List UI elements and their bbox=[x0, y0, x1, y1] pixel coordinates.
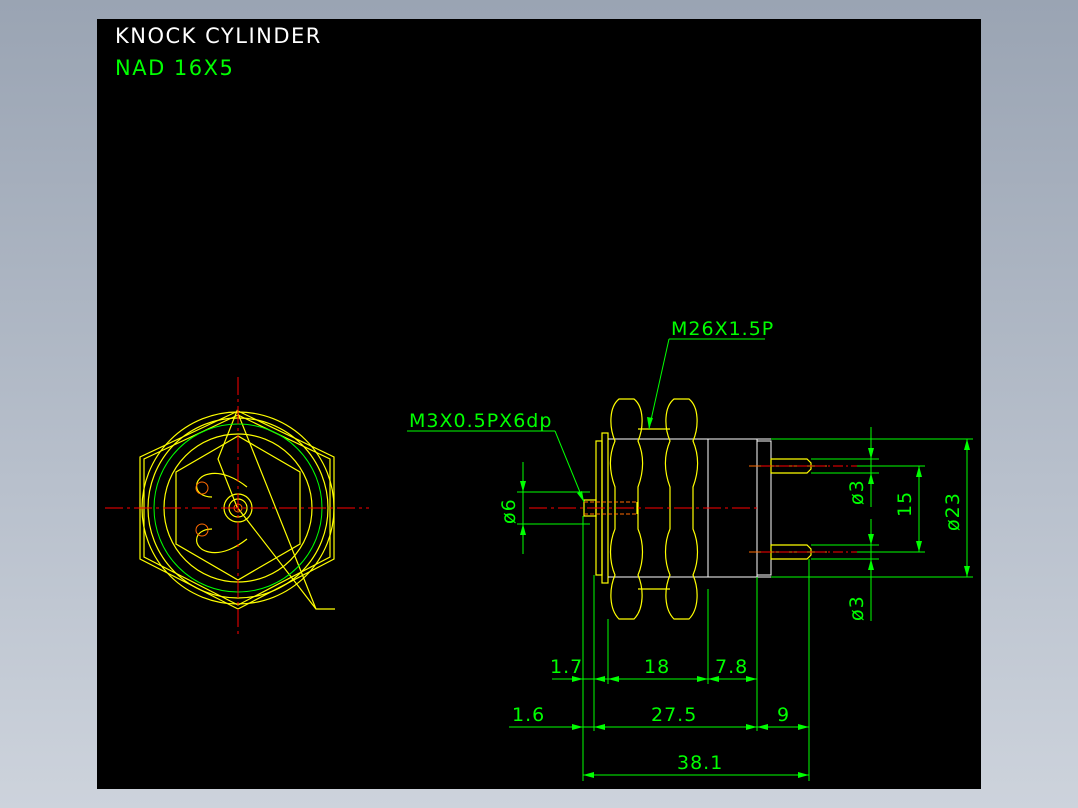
drawing-subtitle: NAD 16X5 bbox=[115, 56, 234, 80]
arrow-9-b bbox=[798, 724, 809, 730]
dim-text-27-5: 27.5 bbox=[651, 704, 697, 726]
nut-1 bbox=[609, 398, 644, 620]
arrow-15-top bbox=[916, 466, 922, 477]
rear-stem bbox=[756, 440, 772, 576]
arrow-d3-top-a bbox=[868, 448, 874, 459]
arrow-d23-bottom bbox=[964, 566, 970, 577]
callout-thread-small: M3X0.5PX6dp bbox=[409, 410, 552, 432]
hex-inner bbox=[143, 414, 331, 606]
arrow-15-bottom bbox=[916, 541, 922, 552]
port-top bbox=[195, 481, 209, 495]
dim-text-15: 15 bbox=[894, 491, 916, 517]
dim-text-1-6: 1.6 bbox=[512, 704, 545, 726]
arrow-27-5-b bbox=[746, 724, 757, 730]
arrow-18-a bbox=[608, 676, 619, 682]
dim-text-d6: ø6 bbox=[498, 498, 520, 524]
arrow-d6-bottom bbox=[520, 524, 526, 535]
drawing-title: KNOCK CYLINDER bbox=[115, 24, 322, 48]
dim-text-7-8: 7.8 bbox=[715, 656, 748, 678]
arrow-d3-bot-b bbox=[868, 559, 874, 570]
callout-thread-main: M26X1.5P bbox=[671, 318, 774, 340]
arrow-27-5-a bbox=[594, 724, 605, 730]
cad-drawing: KNOCK CYLINDER NAD 16X5 M26X1.5P M3X0.5P… bbox=[105, 24, 973, 781]
dim-text-18: 18 bbox=[644, 656, 670, 678]
port-lobe-bottom bbox=[196, 528, 248, 554]
dimensions: M26X1.5P M3X0.5PX6dp ø6 ø3 ø3 15 ø23 1.7… bbox=[407, 318, 973, 781]
dim-text-d3-bottom: ø3 bbox=[846, 595, 868, 621]
dim-text-1-7: 1.7 bbox=[550, 656, 583, 678]
arrow-1-7-b bbox=[594, 676, 605, 682]
dim-text-d23: ø23 bbox=[942, 492, 964, 531]
arrow-1-6-a bbox=[572, 724, 583, 730]
hex-nut-outline bbox=[217, 409, 335, 610]
front-view bbox=[105, 377, 369, 637]
nut-2 bbox=[664, 398, 699, 620]
side-view bbox=[529, 398, 857, 620]
arrow-d6-top bbox=[520, 481, 526, 492]
dim-text-d3-top: ø3 bbox=[846, 479, 868, 505]
leader-m26-arrow bbox=[647, 417, 653, 429]
cad-viewport[interactable]: KNOCK CYLINDER NAD 16X5 M26X1.5P M3X0.5P… bbox=[97, 19, 981, 789]
arrow-d23-top bbox=[964, 439, 970, 450]
dim-text-9: 9 bbox=[777, 704, 790, 726]
dim-text-38-1: 38.1 bbox=[677, 752, 723, 774]
arrow-38-1-a bbox=[583, 772, 594, 778]
arrow-38-1-b bbox=[798, 772, 809, 778]
leader-m3 bbox=[554, 430, 585, 503]
leader-m3-arrow bbox=[577, 491, 584, 502]
arrow-d3-top-b bbox=[868, 473, 874, 484]
arrow-18-b bbox=[697, 676, 708, 682]
arrow-9-a bbox=[757, 724, 768, 730]
arrow-d3-bot-a bbox=[868, 534, 874, 545]
